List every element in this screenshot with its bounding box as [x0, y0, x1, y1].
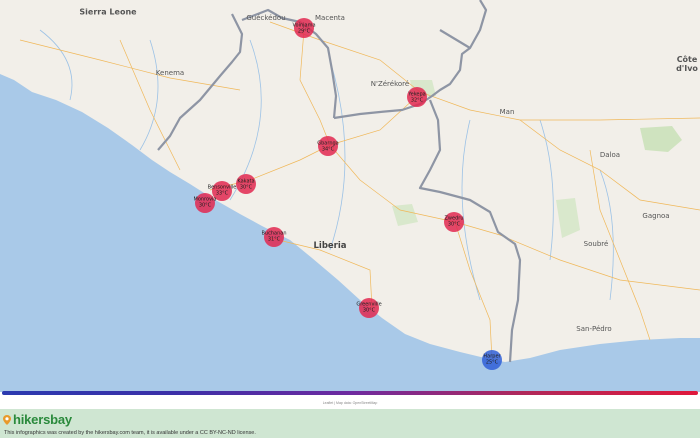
map[interactable]: Sierra Leone Liberia Côte d'Ivo Guéckédo…	[0, 0, 700, 392]
weather-label-zwedru: Zwedru 30°C	[445, 216, 464, 228]
city-label-gueckedou: Guéckédou	[246, 14, 286, 22]
city-label-san-pedro: San-Pédro	[576, 325, 612, 333]
weather-label-harper: Harper 25°C	[483, 354, 500, 366]
city-label-macenta: Macenta	[315, 14, 345, 22]
hikersbay-logo[interactable]: hikersbay	[3, 412, 72, 427]
marker-temperature: 34°C	[321, 146, 335, 152]
map-pin-icon	[3, 414, 11, 425]
license-note: This infographics was created by the hik…	[4, 430, 256, 436]
marker-temperature: 30°C	[239, 184, 253, 190]
marker-temperature: 31°C	[267, 236, 281, 242]
marker-temperature: 30°C	[198, 202, 212, 208]
weather-label-monrovia: Monrovia 30°C	[194, 197, 217, 209]
marker-temperature: 30°C	[447, 221, 461, 227]
weather-label-kakata: Kakata 30°C	[237, 179, 254, 191]
city-label-daloa: Daloa	[599, 151, 621, 159]
marker-temperature: 25°C	[485, 359, 499, 365]
weather-label-greenville: Greenville 30°C	[356, 302, 381, 314]
city-label-nzerekore: N'Zérékoré	[370, 80, 410, 88]
weather-label-gbarnga: Gbarnga 34°C	[317, 141, 339, 153]
weather-label-yekepa: Yekepa 32°C	[408, 92, 426, 104]
marker-temperature: 32°C	[410, 97, 424, 103]
city-label-man: Man	[499, 108, 515, 116]
marker-temperature: 30°C	[362, 307, 376, 313]
weather-label-voinjama: Voinjama 29°C	[292, 23, 315, 35]
country-label-cote-divoire: Côte d'Ivo	[676, 55, 698, 73]
city-label-kenema: Kenema	[155, 69, 185, 77]
country-label-liberia: Liberia	[313, 241, 347, 251]
city-label-gagnoa: Gagnoa	[642, 212, 670, 220]
city-label-soubre: Soubré	[583, 240, 609, 248]
map-attribution[interactable]: Leaflet | Map data: OpenStreetMap	[0, 401, 700, 405]
weather-label-buchanan: Buchanan 31°C	[262, 231, 287, 243]
marker-temperature: 29°C	[297, 28, 311, 34]
country-label-sierra-leone: Sierra Leone	[79, 7, 137, 17]
temperature-color-scale	[2, 391, 698, 395]
brand-name: hikersbay	[13, 412, 72, 427]
map-base	[0, 0, 700, 392]
